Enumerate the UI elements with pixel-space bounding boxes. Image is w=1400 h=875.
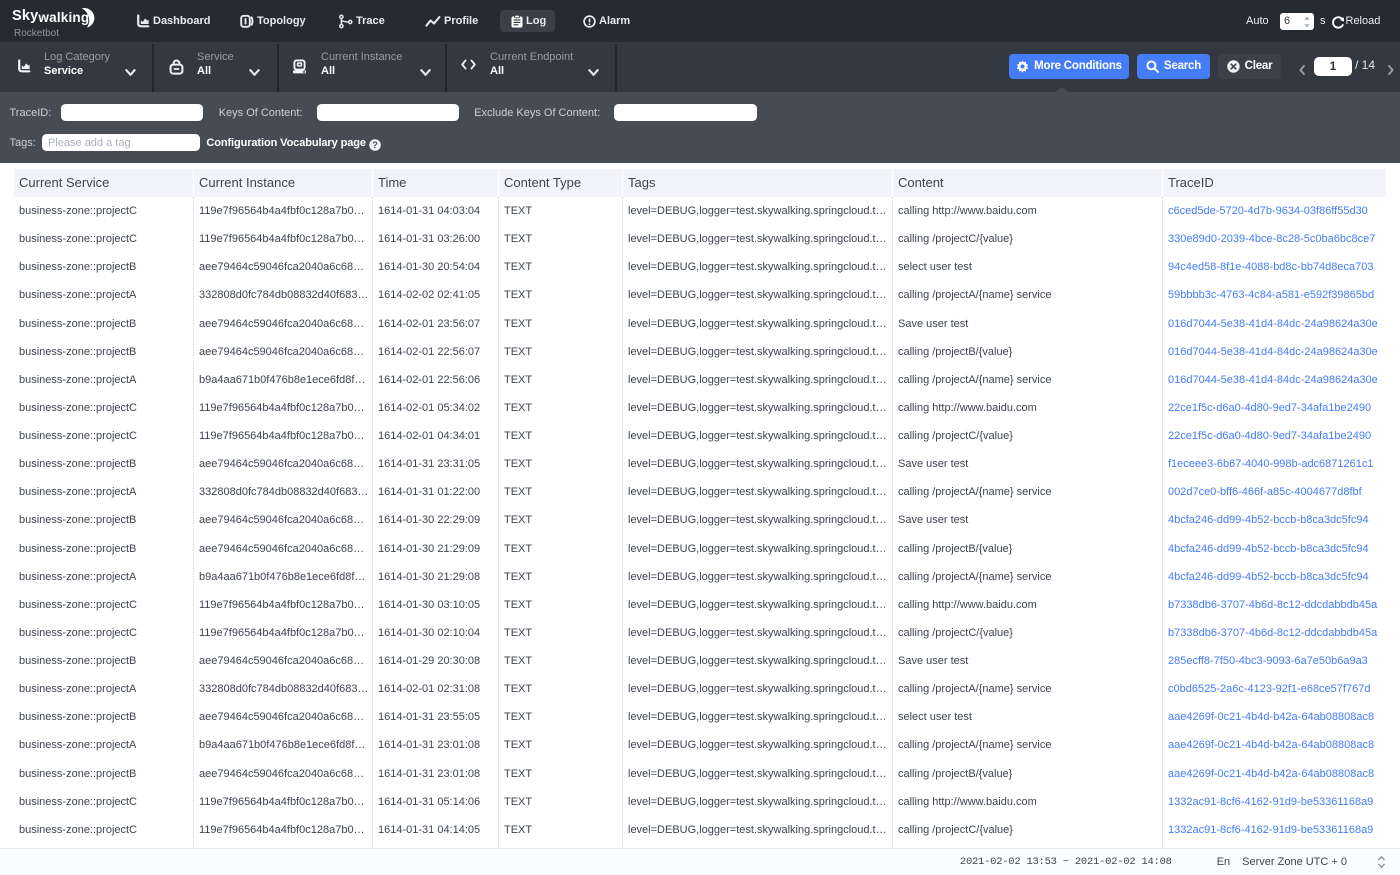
svg-text:?: ? — [372, 140, 378, 150]
